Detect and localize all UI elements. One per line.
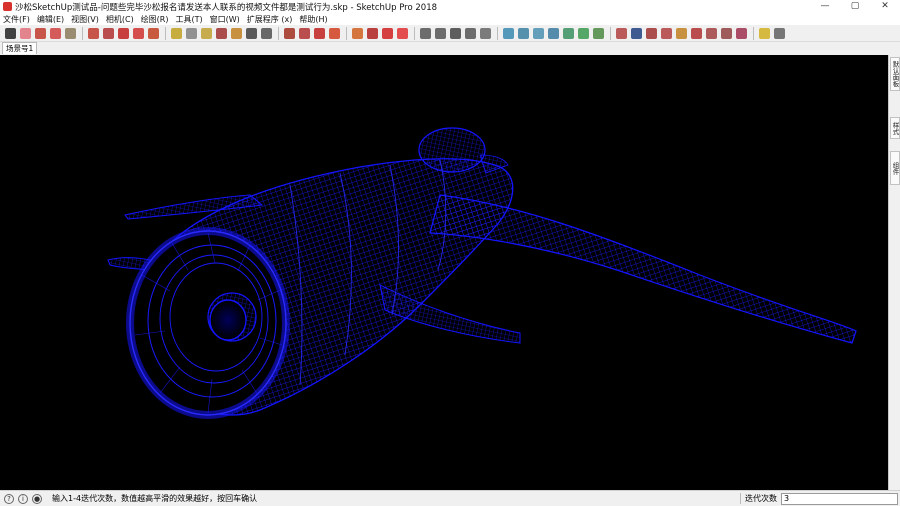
styles-icon[interactable]: [367, 27, 378, 39]
layout-send-icon[interactable]: [314, 27, 325, 39]
menu-camera[interactable]: 相机(C): [106, 14, 134, 25]
status-message: 输入1-4迭代次数，数值越高平滑的效果越好，按回车确认: [52, 494, 258, 503]
xray-icon[interactable]: [503, 27, 514, 39]
minimize-button[interactable]: —: [810, 0, 840, 13]
sandbox-9-icon[interactable]: [736, 27, 747, 39]
rotate-icon[interactable]: [133, 27, 144, 39]
back-edges-icon[interactable]: [518, 27, 529, 39]
sketchup-app-icon: [3, 2, 12, 11]
move-icon[interactable]: [118, 27, 129, 39]
shape-icon[interactable]: [65, 27, 76, 39]
text-label-icon[interactable]: [186, 27, 197, 39]
plugin-yellow-icon[interactable]: [759, 27, 770, 39]
ruby-icon[interactable]: [329, 27, 340, 39]
menu-extensions[interactable]: 扩展程序 (x): [247, 14, 293, 25]
tape-measure-icon[interactable]: [171, 27, 182, 39]
sandbox-8-icon[interactable]: [721, 27, 732, 39]
warehouse-icon[interactable]: [284, 27, 295, 39]
sandbox-5-icon[interactable]: [676, 27, 687, 39]
wireframe-airplane-model: [107, 127, 857, 419]
plugin-tool-icon[interactable]: [774, 27, 785, 39]
arc-icon[interactable]: [50, 27, 61, 39]
status-bar: ? i ● 输入1-4迭代次数，数值越高平滑的效果越好，按回车确认 迭代次数 3: [0, 490, 900, 506]
menu-file[interactable]: 文件(F): [3, 14, 30, 25]
main-toolbar: [0, 25, 900, 42]
default-tray: 默认面板 样式 组件: [888, 55, 900, 490]
tray-tab-default[interactable]: 默认面板: [890, 57, 900, 91]
extension-warehouse-icon[interactable]: [299, 27, 310, 39]
paint-bucket-icon[interactable]: [201, 27, 212, 39]
menu-edit[interactable]: 编辑(E): [37, 14, 64, 25]
iso-view-icon[interactable]: [420, 27, 431, 39]
scale-icon[interactable]: [148, 27, 159, 39]
pencil-line-icon[interactable]: [35, 27, 46, 39]
menu-draw[interactable]: 绘图(R): [141, 14, 169, 25]
sandbox-3-icon[interactable]: [646, 27, 657, 39]
help-icon[interactable]: ?: [4, 493, 14, 504]
info-icon[interactable]: i: [18, 493, 28, 504]
toolbar-separator: [753, 26, 754, 40]
sandbox-4-icon[interactable]: [661, 27, 672, 39]
maximize-button[interactable]: ▢: [840, 0, 870, 13]
intake-outer-ring: [126, 227, 290, 419]
sandbox-6-icon[interactable]: [691, 27, 702, 39]
user-icon[interactable]: ●: [32, 493, 42, 504]
zoom-extents-icon[interactable]: [261, 27, 272, 39]
eraser-icon[interactable]: [20, 27, 31, 39]
zoom-icon[interactable]: [246, 27, 257, 39]
section-red-icon[interactable]: [397, 27, 408, 39]
window-title: 沙松SketchUp测试品-问题些完毕沙松报名请发送本人联系的视频文件都是测试行…: [15, 2, 438, 13]
toolbar-separator: [165, 26, 166, 40]
toolbar-separator: [346, 26, 347, 40]
menu-view[interactable]: 视图(V): [71, 14, 99, 25]
tray-tab-components[interactable]: 组件: [890, 151, 900, 185]
title-bar: 沙松SketchUp测试品-问题些完毕沙松报名请发送本人联系的视频文件都是测试行…: [0, 0, 900, 13]
scene-tab-row: 场景号1: [0, 42, 900, 54]
front-view-icon[interactable]: [450, 27, 461, 39]
toolbar-separator: [497, 26, 498, 40]
hidden-line-icon[interactable]: [548, 27, 559, 39]
wireframe-icon[interactable]: [533, 27, 544, 39]
orbit-icon[interactable]: [216, 27, 227, 39]
offset-icon[interactable]: [103, 27, 114, 39]
select-arrow-icon[interactable]: [5, 27, 16, 39]
right-view-icon[interactable]: [465, 27, 476, 39]
scene-tab[interactable]: 场景号1: [2, 42, 38, 54]
toolbar-separator: [82, 26, 83, 40]
top-view-icon[interactable]: [435, 27, 446, 39]
pan-icon[interactable]: [231, 27, 242, 39]
model-viewport[interactable]: [0, 55, 888, 490]
shaded-icon[interactable]: [563, 27, 574, 39]
tray-tab-styles[interactable]: 样式: [890, 117, 900, 139]
sandbox-7-icon[interactable]: [706, 27, 717, 39]
sandbox-1-icon[interactable]: [616, 27, 627, 39]
window-controls: — ▢ ✕: [810, 0, 900, 13]
measurements-input[interactable]: 3: [781, 492, 898, 505]
sandbox-2-icon[interactable]: [631, 27, 642, 39]
mono-icon[interactable]: [593, 27, 604, 39]
measurements-label: 迭代次数: [740, 493, 781, 504]
menu-tools[interactable]: 工具(T): [176, 14, 203, 25]
folder-red-icon[interactable]: [382, 27, 393, 39]
menu-help[interactable]: 帮助(H): [299, 14, 327, 25]
toolbar-separator: [278, 26, 279, 40]
component-icon[interactable]: [352, 27, 363, 39]
textured-icon[interactable]: [578, 27, 589, 39]
toolbar-separator: [414, 26, 415, 40]
menu-window[interactable]: 窗口(W): [210, 14, 240, 25]
back-view-icon[interactable]: [480, 27, 491, 39]
menu-bar: 文件(F) 编辑(E) 视图(V) 相机(C) 绘图(R) 工具(T) 窗口(W…: [0, 13, 900, 25]
toolbar-separator: [610, 26, 611, 40]
close-button[interactable]: ✕: [870, 0, 900, 13]
push-pull-icon[interactable]: [88, 27, 99, 39]
